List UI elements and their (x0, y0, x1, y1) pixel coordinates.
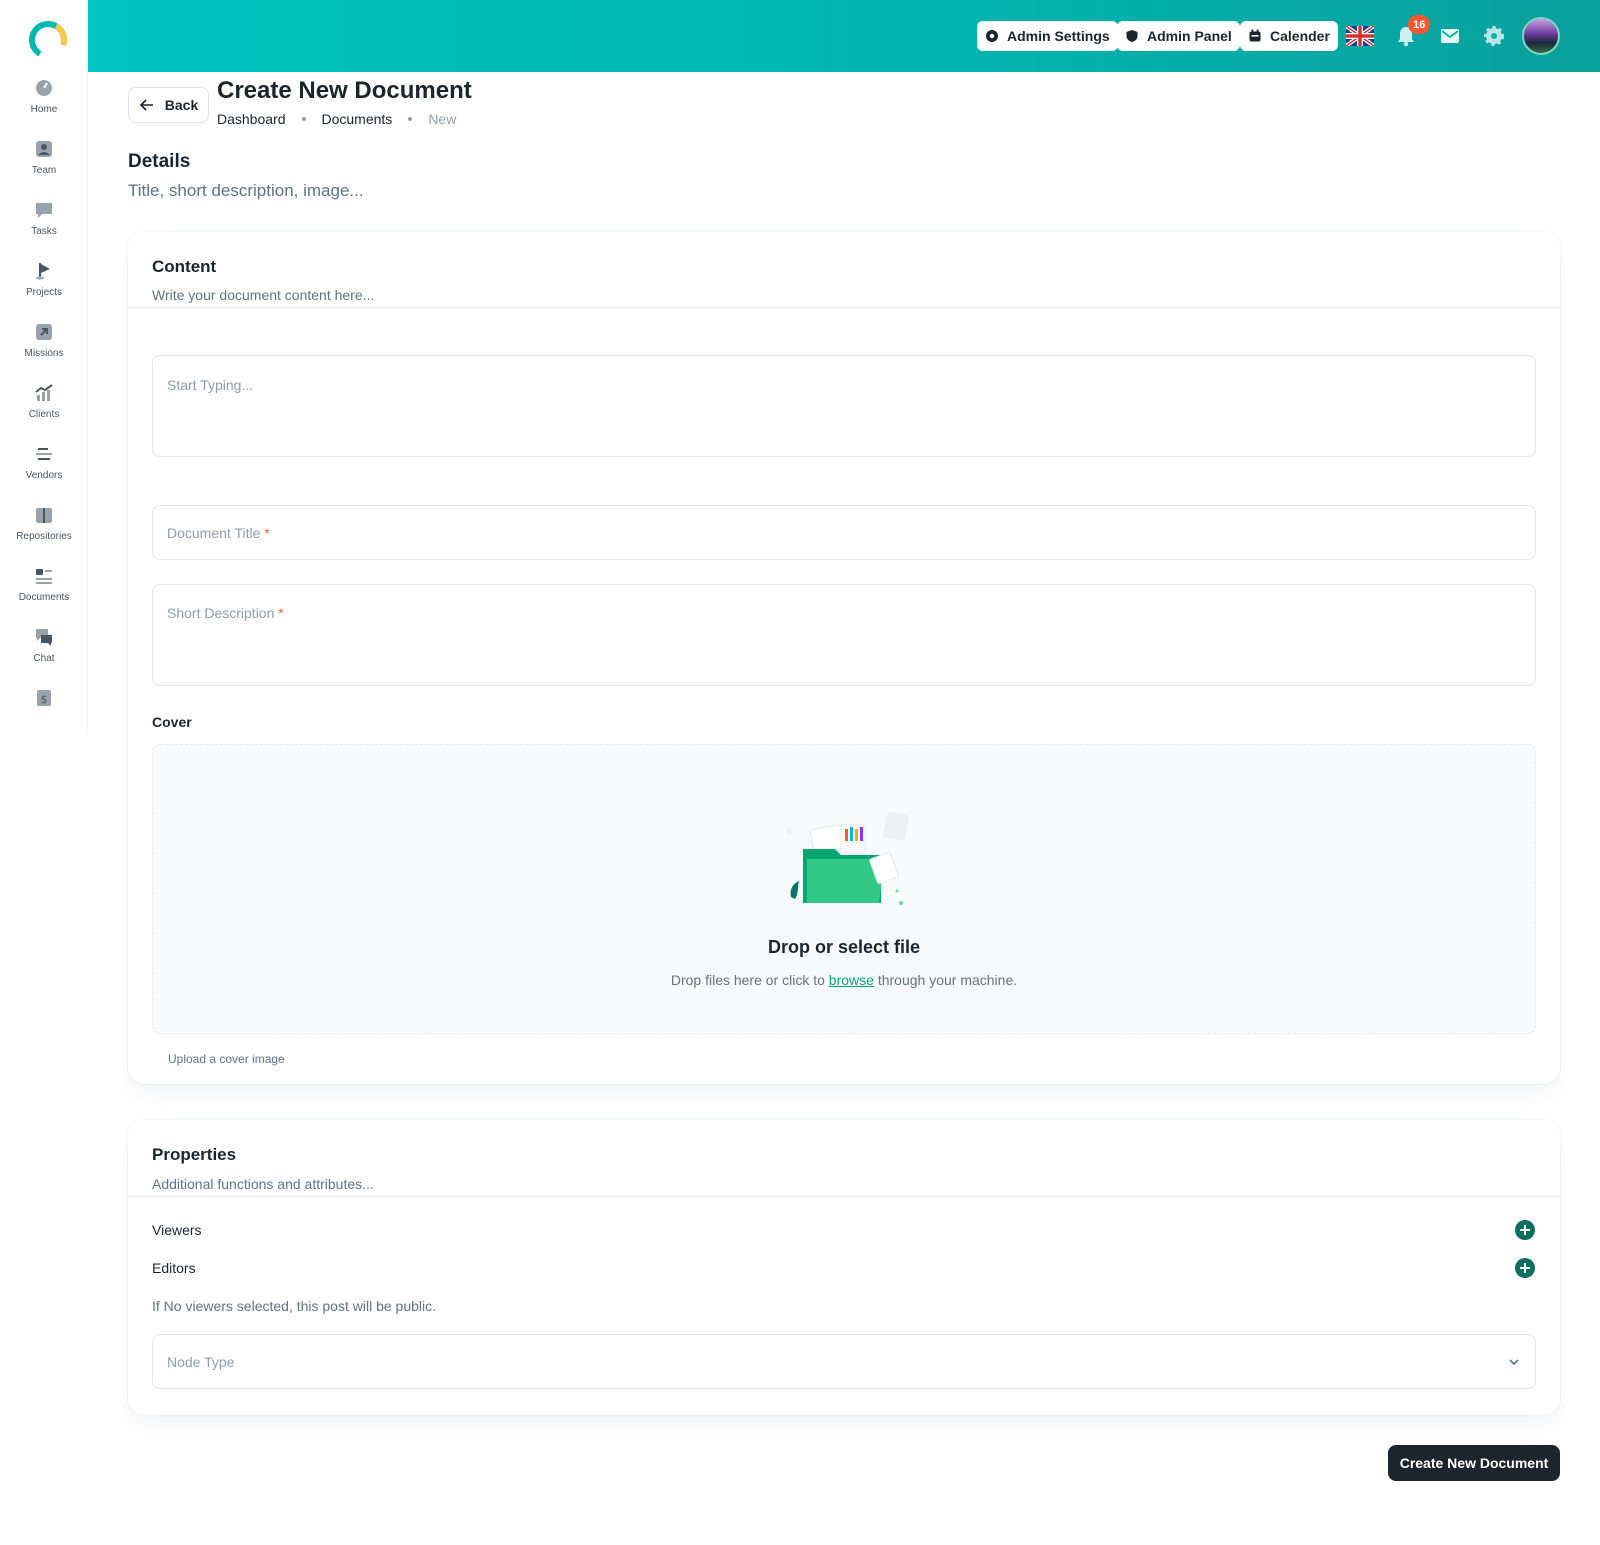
notification-count-badge: 16 (1408, 15, 1431, 34)
arrow-up-right-icon (36, 324, 52, 340)
admin-settings-label: Admin Settings (1007, 28, 1110, 44)
content-card-title: Content (152, 257, 217, 276)
chat-icon (36, 629, 52, 646)
sidebar-item-documents[interactable]: Documents (0, 566, 88, 622)
folder-icon (36, 508, 52, 523)
sidebar-item-vendors[interactable]: Vendors (0, 444, 88, 500)
calendar-label: Calender (1270, 28, 1330, 44)
content-editor[interactable]: Start Typing... (152, 355, 1536, 457)
browse-link[interactable]: browse (829, 972, 874, 988)
document-title-field[interactable]: Document Title * (152, 505, 1536, 560)
sidebar-item-team[interactable]: Team (0, 139, 88, 195)
document-list-icon (36, 569, 52, 584)
sidebar-item-label: Repositories (16, 531, 72, 542)
gear-icon (986, 30, 998, 42)
card-divider (128, 307, 1560, 308)
invoice-dollar-icon: $ (37, 690, 51, 706)
breadcrumb-separator (301, 117, 306, 121)
mail-icon (1441, 29, 1459, 43)
sidebar: Home Team Tasks Projects Missions Client… (0, 0, 88, 730)
sidebar-item-label: Team (31, 165, 57, 176)
upload-folder-illustration (786, 811, 910, 905)
breadcrumb-dashboard[interactable]: Dashboard (217, 111, 286, 127)
chevron-down-icon (1509, 1359, 1519, 1366)
sidebar-item-label: Missions (24, 348, 64, 359)
card-divider (128, 1196, 1560, 1197)
details-subheading: Title, short description, image... (128, 181, 364, 200)
content-card: Content Write your document content here… (128, 232, 1560, 1084)
sidebar-item-label: Tasks (31, 226, 57, 237)
details-heading: Details (128, 151, 191, 172)
sidebar-item-label: Documents (18, 592, 70, 603)
sidebar-item-label: Projects (25, 287, 63, 298)
properties-card: Properties Additional functions and attr… (128, 1120, 1560, 1415)
back-button[interactable]: Back (128, 87, 209, 123)
properties-card-title: Properties (152, 1145, 237, 1164)
content-card-subtitle: Write your document content here... (152, 287, 375, 303)
settings-button[interactable] (1480, 22, 1508, 50)
node-type-select[interactable]: Node Type (152, 1334, 1536, 1389)
sidebar-item-home[interactable]: Home (0, 78, 88, 134)
sidebar-item-projects[interactable]: Projects (0, 261, 88, 317)
shield-icon (1126, 30, 1138, 42)
cover-helper-text: Upload a cover image (168, 1052, 285, 1066)
short-description-placeholder: Short Description * (167, 605, 284, 621)
language-selector[interactable] (1346, 22, 1374, 50)
flag-icon (36, 263, 50, 280)
sidebar-item-repositories[interactable]: Repositories (0, 505, 88, 561)
viewers-label: Viewers (152, 1222, 202, 1238)
svg-text:$: $ (41, 693, 48, 706)
page-title: Create New Document (217, 77, 472, 104)
public-note: If No viewers selected, this post will b… (152, 1298, 437, 1314)
properties-card-subtitle: Additional functions and attributes... (152, 1176, 374, 1192)
sidebar-item-tasks[interactable]: Tasks (0, 200, 88, 256)
short-description-field[interactable]: Short Description * (152, 584, 1536, 686)
node-type-placeholder: Node Type (167, 1354, 235, 1370)
breadcrumb-documents[interactable]: Documents (322, 111, 393, 127)
viewers-row: Viewers (152, 1216, 1536, 1244)
admin-panel-button[interactable]: Admin Panel (1117, 21, 1240, 51)
calendar-icon (1249, 29, 1261, 42)
sidebar-item-label: Home (30, 104, 58, 115)
back-label: Back (164, 97, 199, 113)
sidebar-item-label: Chat (33, 653, 55, 664)
settings-gear-icon (1484, 26, 1504, 46)
add-viewer-button[interactable] (1514, 1219, 1536, 1241)
editors-row: Editors (152, 1254, 1536, 1282)
calendar-button[interactable]: Calender (1240, 21, 1338, 51)
sidebar-item-chat[interactable]: Chat (0, 627, 88, 683)
mail-button[interactable] (1436, 22, 1464, 50)
editors-label: Editors (152, 1260, 196, 1276)
uk-flag-icon (1346, 26, 1374, 46)
breadcrumb: Dashboard Documents New (217, 111, 456, 127)
cover-label: Cover (152, 714, 192, 730)
arrow-left-icon (139, 99, 153, 111)
sidebar-item-missions[interactable]: Missions (0, 322, 88, 378)
user-icon (36, 141, 52, 157)
app-logo[interactable] (27, 19, 69, 61)
dropzone-subtitle: Drop files here or click to browse throu… (670, 972, 1018, 988)
dashboard-gauge-icon (36, 80, 52, 96)
editor-placeholder: Start Typing... (167, 377, 254, 393)
message-square-icon (36, 203, 52, 218)
breadcrumb-current: New (428, 111, 457, 127)
user-avatar[interactable] (1522, 17, 1560, 55)
create-document-button[interactable]: Create New Document (1388, 1445, 1560, 1481)
sidebar-item-clients[interactable]: Clients (0, 383, 88, 439)
admin-settings-button[interactable]: Admin Settings (977, 21, 1118, 51)
sidebar-item-label: Vendors (25, 470, 63, 481)
menu-lines-icon (36, 448, 52, 460)
sidebar-item-invoice[interactable]: $ (0, 688, 88, 726)
breadcrumb-separator (408, 117, 413, 121)
admin-panel-label: Admin Panel (1147, 28, 1232, 44)
cover-dropzone[interactable]: Drop or select file Drop files here or c… (152, 744, 1536, 1034)
document-title-placeholder: Document Title * (167, 525, 270, 541)
dropzone-title: Drop or select file (767, 937, 921, 957)
add-editor-button[interactable] (1514, 1257, 1536, 1279)
chart-trend-icon (35, 384, 53, 401)
sidebar-item-label: Clients (28, 409, 60, 420)
